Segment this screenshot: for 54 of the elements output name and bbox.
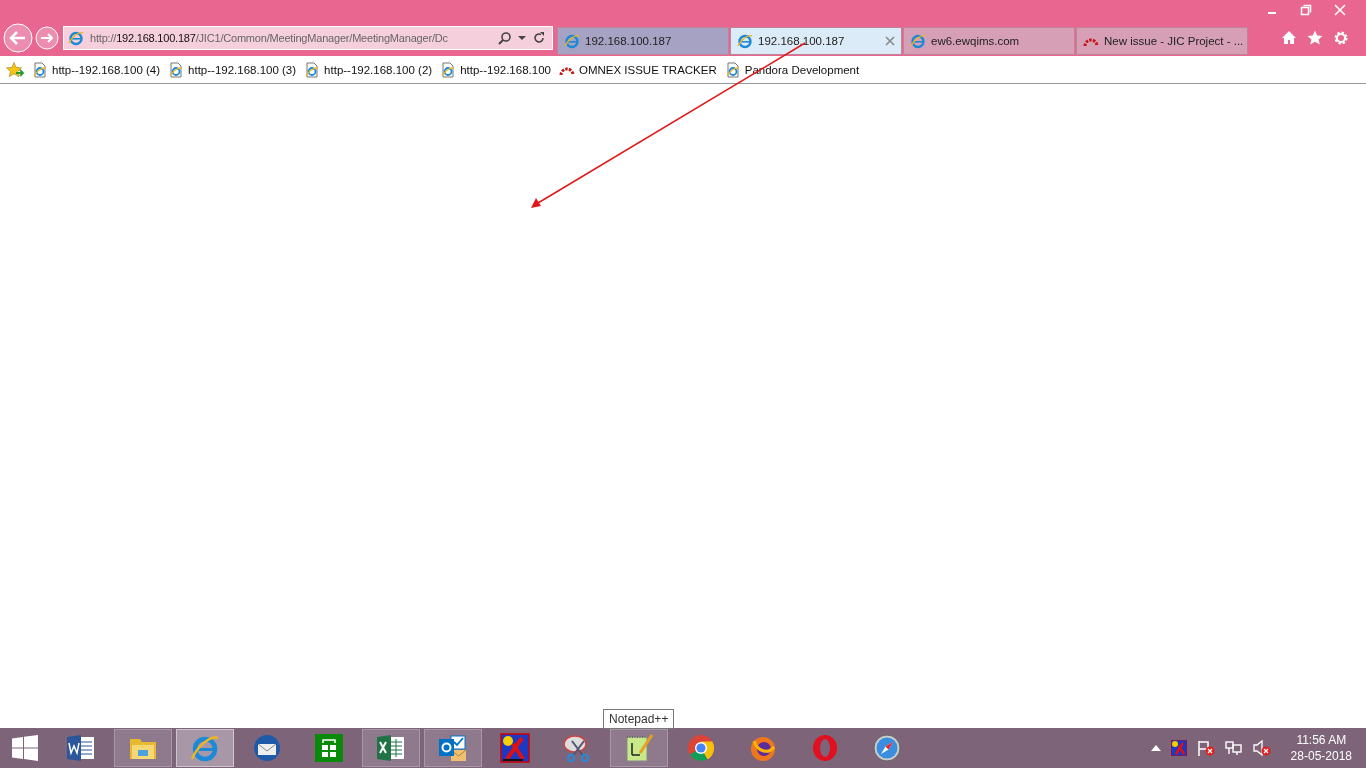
tray-expand-icon[interactable] bbox=[1150, 744, 1161, 752]
web-page-icon bbox=[724, 61, 741, 78]
flag-error-icon[interactable] bbox=[1196, 740, 1215, 756]
favorite-link[interactable]: http--192.168.100 (2) bbox=[304, 61, 433, 78]
ie-icon bbox=[564, 33, 580, 49]
browser-tab[interactable]: 192.168.100.187 bbox=[730, 27, 902, 55]
ie-icon bbox=[68, 30, 84, 46]
start-button[interactable] bbox=[12, 735, 38, 761]
taskbar-button[interactable] bbox=[610, 729, 668, 767]
compass-icon bbox=[872, 733, 902, 763]
favorites-star-icon[interactable] bbox=[1307, 30, 1323, 46]
favorite-link[interactable]: OMNEX ISSUE TRACKER bbox=[558, 61, 717, 78]
restore-icon[interactable] bbox=[1300, 4, 1312, 16]
clock[interactable]: 11:56 AM 28-05-2018 bbox=[1290, 732, 1352, 764]
ie-icon bbox=[910, 33, 926, 49]
chrome-icon bbox=[686, 733, 716, 763]
excel-icon bbox=[376, 733, 406, 763]
close-icon[interactable] bbox=[1334, 4, 1346, 16]
settings-icon[interactable] bbox=[1333, 30, 1349, 46]
ie-icon bbox=[737, 33, 753, 49]
letter-x-sun-icon bbox=[500, 733, 530, 763]
taskbar-button[interactable] bbox=[424, 729, 482, 767]
back-button[interactable] bbox=[3, 23, 33, 53]
outlook-icon bbox=[438, 733, 468, 763]
opera-icon bbox=[810, 733, 840, 763]
mail-bird-icon bbox=[252, 733, 282, 763]
word-icon bbox=[66, 733, 96, 763]
web-page-icon bbox=[304, 61, 321, 78]
search-icon[interactable] bbox=[498, 31, 512, 45]
network-icon[interactable] bbox=[1224, 740, 1243, 756]
web-page-icon bbox=[440, 61, 457, 78]
scissors-icon bbox=[562, 733, 592, 763]
ie-icon bbox=[190, 733, 220, 763]
web-page-icon bbox=[168, 61, 185, 78]
favorites-star-icon[interactable] bbox=[6, 61, 24, 78]
speaker-muted-icon[interactable] bbox=[1252, 740, 1271, 756]
favorite-link[interactable]: http--192.168.100 (4) bbox=[32, 61, 161, 78]
notepad-pencil-icon bbox=[624, 733, 654, 763]
close-tab-icon[interactable] bbox=[885, 36, 895, 46]
favorite-link[interactable]: http--192.168.100 (3) bbox=[168, 61, 297, 78]
store-bag-icon bbox=[314, 733, 344, 763]
tooltip: Notepad++ bbox=[603, 709, 675, 729]
browser-tab[interactable]: 192.168.100.187 bbox=[557, 27, 729, 55]
dropdown-caret-icon[interactable] bbox=[518, 34, 526, 42]
refresh-icon[interactable] bbox=[532, 31, 546, 45]
home-icon[interactable] bbox=[1281, 30, 1297, 46]
address-field[interactable]: http://192.168.100.187/JIC1/Common/MeetingManager/MeetingManager/Dc bbox=[63, 26, 553, 50]
tray-app-icon[interactable] bbox=[1170, 740, 1187, 756]
forward-button[interactable] bbox=[35, 26, 59, 50]
browser-tab[interactable]: ew6.ewqims.com bbox=[903, 27, 1075, 55]
browser-tab[interactable]: New issue - JIC Project - ... bbox=[1076, 27, 1248, 55]
taskbar-button[interactable] bbox=[362, 729, 420, 767]
favorite-link[interactable]: http--192.168.100 bbox=[440, 61, 551, 78]
web-page-icon bbox=[32, 61, 48, 78]
